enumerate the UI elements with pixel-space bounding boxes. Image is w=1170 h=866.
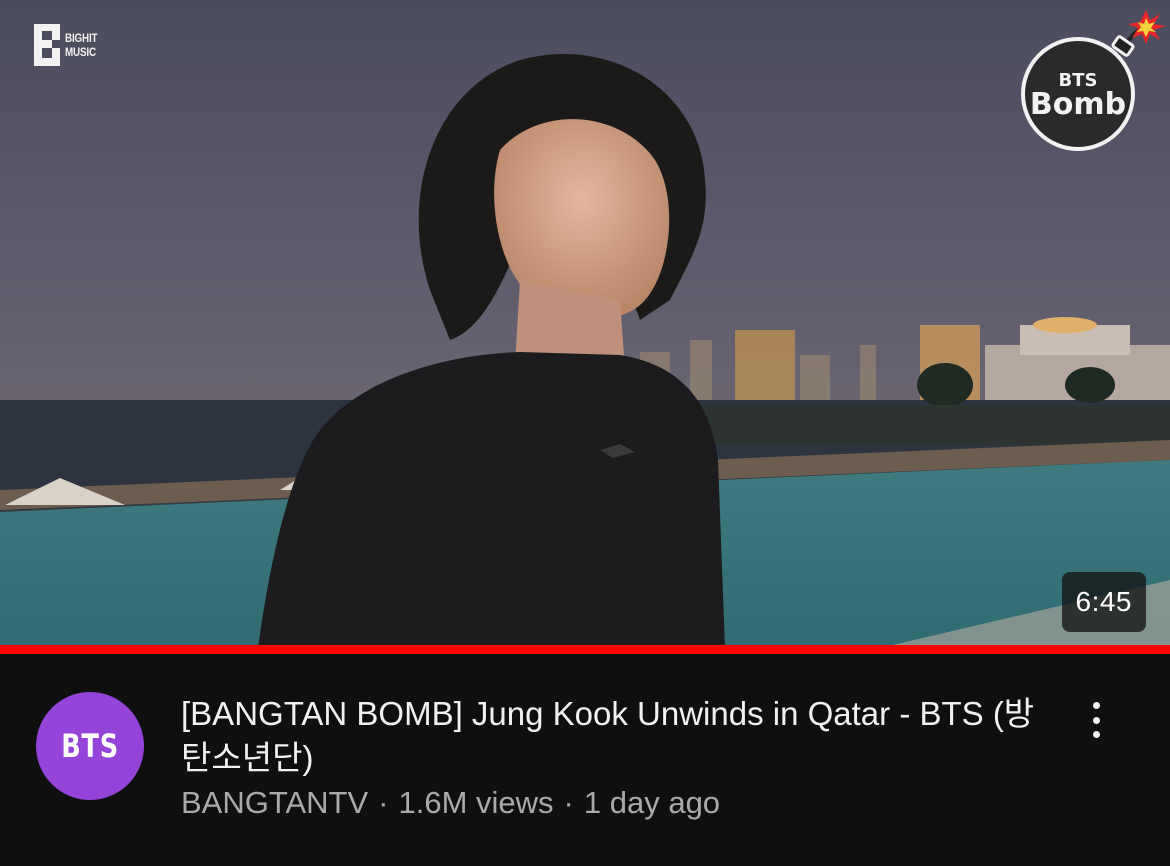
channel-name[interactable]: BANGTANTV [181,785,368,820]
separator-dot: · [563,785,574,820]
watch-progress-bar [0,645,1170,654]
channel-avatar-text: BTS [61,727,119,765]
upload-age: 1 day ago [583,785,721,820]
more-vertical-icon[interactable] [1076,698,1116,742]
watch-progress-fill [0,645,1170,654]
video-metadata: BANGTANTV · 1.6M views · 1 day ago [181,782,720,824]
view-count: 1.6M views [398,785,554,820]
video-thumbnail[interactable]: BIGHIT MUSIC BTS Bomb 6:45 [0,0,1170,648]
bighit-logo-icon [34,24,60,66]
channel-avatar[interactable]: BTS [36,692,144,800]
bighit-music-logo: BIGHIT MUSIC [34,24,104,66]
video-duration-badge: 6:45 [1061,572,1146,632]
separator-dot: · [378,785,389,820]
bts-bomb-logo: BTS Bomb [1021,10,1166,151]
bighit-logo-text: BIGHIT MUSIC [65,31,98,59]
thumbnail-scene [0,0,1170,648]
bomb-logo-line2: Bomb [1030,87,1126,122]
video-title[interactable]: [BANGTAN BOMB] Jung Kook Unwinds in Qata… [181,692,1041,780]
video-details: BTS [BANGTAN BOMB] Jung Kook Unwinds in … [0,654,1170,866]
